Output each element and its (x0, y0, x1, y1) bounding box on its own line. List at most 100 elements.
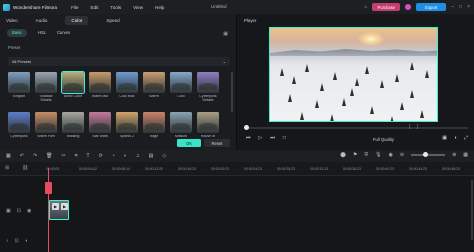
preset-item[interactable]: Star Wars (89, 111, 111, 139)
preset-item[interactable]: Mission (170, 111, 192, 139)
avatar[interactable] (405, 4, 412, 10)
link-icon[interactable]: ⛓ (22, 165, 28, 171)
purchase-button[interactable]: Purchase (372, 3, 401, 11)
pine-tree (288, 94, 292, 102)
redo-icon[interactable]: ↷ (33, 153, 37, 159)
mark-in-out-icons[interactable]: {} (409, 124, 424, 130)
marker-icon[interactable]: ⚑ (353, 152, 357, 158)
shield-icon[interactable]: ⛨ (364, 152, 368, 158)
menu-file[interactable]: File (71, 5, 78, 10)
tab-audio[interactable]: Audio (36, 18, 48, 23)
preset-item[interactable]: Cool (170, 72, 192, 103)
compare-icon[interactable]: ▣ (223, 31, 228, 37)
preset-thumbnail (116, 111, 138, 133)
preset-item[interactable]: Bond Color (61, 71, 85, 103)
preset-item[interactable]: Cyberpunk Details (197, 72, 219, 103)
tab-speed[interactable]: Speed (106, 18, 119, 23)
timeline-scrollbar[interactable] (471, 180, 473, 240)
quality-select[interactable]: Full Quality (373, 137, 394, 142)
lock-icon[interactable]: ⊡ (17, 208, 21, 214)
grid-icon[interactable]: ▦ (463, 152, 468, 158)
audio-track-header: ♪ ⊡ ◖ (0, 238, 46, 244)
delete-icon[interactable]: 🗑 (46, 153, 52, 159)
preset-thumbnail (8, 111, 30, 133)
preset-item[interactable]: Warm (143, 72, 165, 103)
ruler-tick: 00:00:04:02 (79, 167, 97, 171)
audio-icon[interactable]: ♫ (136, 153, 140, 159)
zoom-slider[interactable] (411, 152, 446, 157)
snapshot-icon[interactable]: ▣ (442, 135, 447, 141)
add-track-icon[interactable]: ⊞ (5, 165, 9, 171)
play-icon[interactable]: ▷ (259, 135, 263, 141)
subtab-hsl[interactable]: HSL (38, 30, 46, 35)
preset-label: Sparks 2 (119, 134, 135, 138)
sun-glow (358, 32, 384, 46)
export-button[interactable]: Export (416, 3, 447, 11)
ai-icon[interactable]: ◉ (388, 152, 392, 158)
playback-progress[interactable] (244, 127, 468, 129)
gift-icon[interactable]: ⌂ (364, 4, 367, 10)
menu-help[interactable]: Help (155, 5, 164, 10)
green-screen-icon[interactable]: ▤ (149, 153, 154, 159)
video-clip[interactable]: ▶ ▶ (49, 200, 69, 220)
subtab-basic[interactable]: Basic (7, 28, 28, 37)
ruler-tick: 00:00:08:14 (112, 167, 130, 171)
previous-frame-icon[interactable]: ⏮ (246, 135, 251, 141)
playhead-handle[interactable] (45, 182, 52, 194)
next-frame-icon[interactable]: ⏭ (270, 135, 275, 141)
speaker-icon[interactable]: ◖ (25, 238, 28, 244)
ruler-tick: 00:00:36:23 (343, 167, 361, 171)
timeline-tracks[interactable]: ▣ ⊡ ◉ ♪ ⊡ ◖ (0, 176, 474, 252)
menu-tools[interactable]: Tools (110, 5, 121, 10)
preset-dropdown[interactable]: All Presets ⌄ (8, 57, 230, 66)
preset-scrollbar[interactable] (231, 72, 233, 112)
audio-track-icon: ♪ (6, 238, 9, 244)
reset-button[interactable]: Reset (204, 139, 230, 147)
cut-icon[interactable]: ✂ (62, 153, 66, 159)
menu-edit[interactable]: Edit (91, 5, 99, 10)
ok-button[interactable]: OK (177, 139, 201, 147)
tab-color[interactable]: Color (65, 16, 89, 25)
timeline-ruler[interactable]: ⊞ ⛓ 00:00:00 00:00:04:02 00:00:08:14 00:00:… (0, 162, 474, 176)
subtab-curves[interactable]: Curves (57, 30, 70, 35)
volume-icon[interactable]: ◖ (454, 135, 457, 141)
preset-item[interactable]: Cyberpunk (8, 111, 30, 139)
preset-item[interactable]: Sparks 2 (116, 111, 138, 139)
menu-view[interactable]: View (133, 5, 143, 10)
speed-icon[interactable]: ◔ (112, 153, 115, 159)
preset-label: Walking (66, 134, 80, 138)
ruler-tick: 00:00:48:23 (442, 167, 460, 171)
rotate-icon[interactable]: ⟳ (99, 153, 103, 159)
eye-icon[interactable]: ◉ (27, 208, 31, 214)
crop-icon[interactable]: ⌗ (75, 153, 78, 159)
zoom-out-icon[interactable]: ⊖ (400, 152, 404, 158)
lock-icon[interactable]: ⊡ (15, 238, 19, 244)
zoom-in-icon[interactable]: ⊕ (452, 152, 456, 158)
tab-video[interactable]: Video (6, 18, 18, 23)
preset-thumbnail (143, 72, 165, 93)
preset-label: Bond Color (64, 95, 82, 98)
preset-item[interactable]: Shadow Details (35, 72, 57, 103)
mic-icon[interactable]: 🎙 (375, 152, 381, 158)
minimize-icon[interactable]: – (451, 4, 454, 10)
layout-icon[interactable]: ▦ (6, 153, 11, 159)
preset-item[interactable]: Walking (62, 111, 84, 139)
undo-icon[interactable]: ↶ (20, 153, 24, 159)
preset-thumbnail (170, 111, 192, 133)
color-icon[interactable]: ◐ (124, 153, 127, 159)
maximize-icon[interactable]: □ (459, 4, 462, 10)
preset-item[interactable]: Warm Film (35, 111, 57, 139)
fullscreen-icon[interactable]: ⤢ (464, 135, 468, 141)
preset-item[interactable]: Elegant (8, 72, 30, 103)
video-preview[interactable] (269, 27, 438, 122)
keyframe-icon[interactable]: ◇ (162, 153, 166, 159)
preset-item[interactable]: Rage (143, 111, 165, 139)
text-icon[interactable]: T (87, 153, 90, 159)
render-icon[interactable]: ⬤ (340, 152, 346, 158)
preset-item[interactable]: Cool Max (116, 72, 138, 103)
preset-item[interactable]: Warm Mid (89, 72, 111, 103)
playback-handle[interactable] (244, 125, 249, 130)
preset-item[interactable]: House of (197, 111, 219, 139)
close-icon[interactable]: × (467, 4, 470, 10)
stop-icon[interactable]: □ (283, 135, 286, 141)
